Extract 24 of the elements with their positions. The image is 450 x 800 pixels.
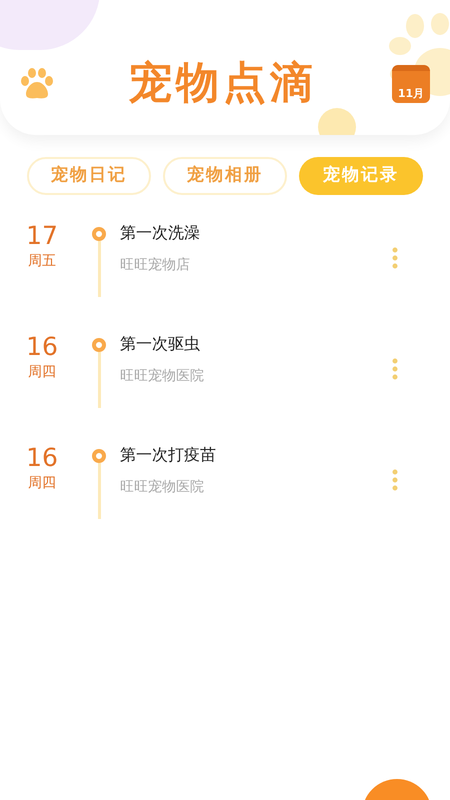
day-number: 16 — [26, 443, 58, 473]
tab[interactable]: 宠物记录 — [299, 157, 423, 195]
more-icon[interactable] — [392, 358, 398, 380]
day-number: 16 — [26, 332, 58, 362]
tab[interactable]: 宠物相册 — [163, 157, 287, 195]
more-icon[interactable] — [392, 247, 398, 269]
weekday: 周四 — [28, 363, 56, 382]
calendar-button[interactable]: 11月 — [392, 64, 430, 102]
record-title: 第一次驱虫 — [120, 333, 201, 355]
weekday: 周五 — [28, 252, 56, 271]
day-number: 17 — [26, 221, 58, 251]
paw-icon[interactable] — [20, 66, 54, 100]
timeline-line — [98, 463, 100, 519]
record-title: 第一次打疫苗 — [120, 444, 217, 466]
app-title: 宠物点滴 — [129, 62, 317, 105]
more-icon[interactable] — [392, 469, 398, 491]
record-place: 旺旺宠物医院 — [120, 478, 205, 497]
timeline-line — [98, 241, 100, 297]
record-title: 第一次洗澡 — [120, 222, 201, 244]
weekday: 周四 — [28, 474, 56, 493]
record-place: 旺旺宠物店 — [120, 256, 191, 275]
tab[interactable]: 宠物日记 — [27, 157, 151, 195]
timeline-line — [98, 352, 100, 408]
record-place: 旺旺宠物医院 — [120, 367, 205, 386]
